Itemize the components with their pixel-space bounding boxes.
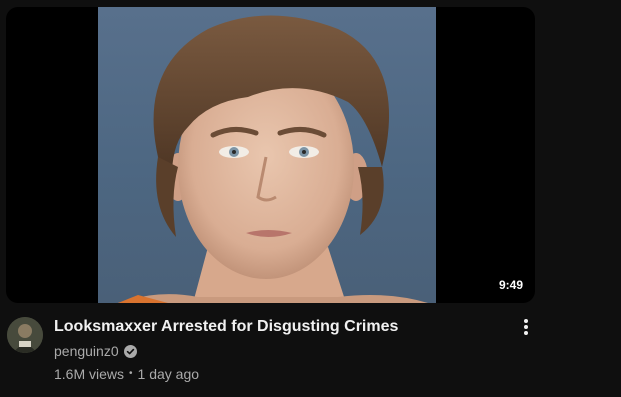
channel-row[interactable]: penguinz0 [54,341,494,361]
video-metadata: 1.6M views • 1 day ago [54,364,494,384]
video-duration: 9:49 [494,275,527,295]
channel-avatar[interactable] [7,317,43,353]
video-title[interactable]: Looksmaxxer Arrested for Disgusting Crim… [54,316,494,338]
view-count: 1.6M views [54,366,125,382]
channel-name[interactable]: penguinz0 [54,341,119,361]
verified-check-icon [123,344,137,358]
more-vert-icon [523,318,529,341]
thumbnail-image [98,7,436,303]
video-card: 9:49 Looksmaxxer Arrested for Disgusting… [0,0,621,397]
upload-age: 1 day ago [137,366,200,382]
video-thumbnail[interactable]: 9:49 [6,7,535,303]
video-details: Looksmaxxer Arrested for Disgusting Crim… [54,316,494,384]
metadata-separator: • [129,368,133,379]
more-actions-button[interactable] [514,316,538,342]
